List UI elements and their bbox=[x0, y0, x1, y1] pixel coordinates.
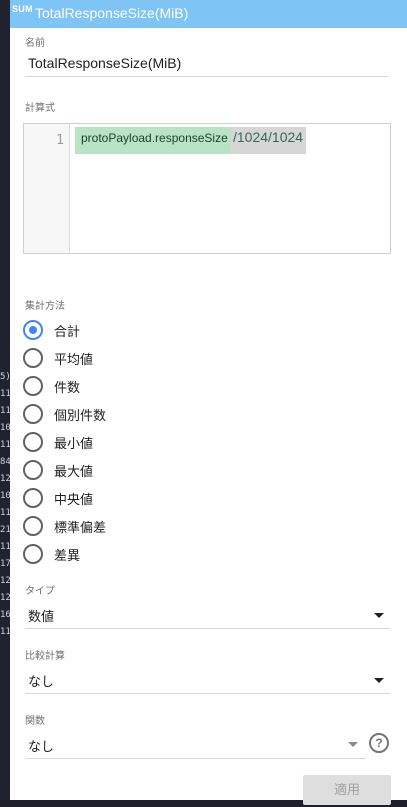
aggregation-option-label: 合計 bbox=[54, 325, 81, 340]
background-number: 11 bbox=[0, 406, 10, 416]
aggregation-label: 集計方法 bbox=[25, 301, 65, 312]
function-select[interactable]: なし bbox=[28, 736, 54, 755]
aggregation-option[interactable]: 最小値 bbox=[23, 432, 223, 454]
name-input[interactable]: TotalResponseSize(MiB) bbox=[28, 55, 181, 71]
aggregation-option[interactable]: 件数 bbox=[23, 376, 223, 398]
background-number: 11 bbox=[0, 389, 10, 399]
radio-unchecked-icon[interactable] bbox=[23, 516, 43, 536]
aggregation-option-label: 平均値 bbox=[54, 353, 94, 368]
line-number: 1 bbox=[56, 133, 64, 148]
type-underline bbox=[25, 628, 390, 629]
aggregation-option-label: 中央値 bbox=[54, 493, 94, 508]
title-bar: SUM TotalResponseSize(MiB) bbox=[10, 0, 407, 28]
type-label: タイプ bbox=[25, 586, 55, 597]
formula-expression[interactable]: /1024/1024 bbox=[233, 129, 303, 145]
aggregation-option[interactable]: 個別件数 bbox=[23, 404, 223, 426]
radio-unchecked-icon[interactable] bbox=[23, 376, 43, 396]
background-number: 11 bbox=[0, 508, 10, 518]
comparison-label: 比較計算 bbox=[25, 651, 65, 662]
aggregation-option-label: 標準偏差 bbox=[54, 521, 107, 536]
type-select[interactable]: 数値 bbox=[28, 606, 54, 625]
background-number: 11 bbox=[0, 627, 10, 637]
aggregation-option-label: 件数 bbox=[54, 381, 81, 396]
radio-unchecked-icon[interactable] bbox=[23, 488, 43, 508]
background-number: 12 bbox=[0, 576, 10, 586]
aggregation-option-label: 個別件数 bbox=[54, 409, 107, 424]
aggregation-option-label: 最小値 bbox=[54, 437, 94, 452]
background-number: 11 bbox=[0, 542, 10, 552]
function-label: 関数 bbox=[25, 716, 45, 727]
aggregation-option[interactable]: 平均値 bbox=[23, 348, 223, 370]
radio-unchecked-icon[interactable] bbox=[23, 404, 43, 424]
background-number: 5) bbox=[0, 372, 10, 382]
field-chip[interactable]: protoPayload.responseSize bbox=[75, 127, 231, 154]
field-editor-panel: SUM TotalResponseSize(MiB) 名前 TotalRespo… bbox=[10, 0, 407, 805]
background-number: 10 bbox=[0, 491, 10, 501]
background-number: 21 bbox=[0, 525, 10, 535]
name-label: 名前 bbox=[25, 38, 45, 49]
type-dropdown-icon[interactable] bbox=[374, 613, 384, 618]
comparison-dropdown-icon[interactable] bbox=[374, 678, 384, 683]
background-number: 17 bbox=[0, 559, 10, 569]
help-icon[interactable]: ? bbox=[369, 733, 389, 753]
editor-gutter: 1 bbox=[24, 124, 70, 253]
background-number: 12 bbox=[0, 474, 10, 484]
function-dropdown-icon[interactable] bbox=[348, 742, 358, 747]
aggregation-option-label: 差異 bbox=[54, 549, 81, 564]
comparison-underline bbox=[25, 693, 390, 694]
radio-unchecked-icon[interactable] bbox=[23, 348, 43, 368]
name-underline bbox=[25, 76, 388, 77]
background-number: 12 bbox=[0, 593, 10, 603]
function-underline bbox=[25, 758, 366, 759]
aggregation-option[interactable]: 最大値 bbox=[23, 460, 223, 482]
background-number: 10 bbox=[0, 423, 10, 433]
panel-title: TotalResponseSize(MiB) bbox=[35, 5, 189, 21]
aggregation-option[interactable]: 標準偏差 bbox=[23, 516, 223, 538]
sum-icon: SUM bbox=[12, 4, 33, 14]
background-number: 11 bbox=[0, 440, 10, 450]
comparison-select[interactable]: なし bbox=[28, 671, 54, 690]
aggregation-option[interactable]: 合計 bbox=[23, 320, 223, 342]
formula-label: 計算式 bbox=[25, 103, 55, 114]
aggregation-option[interactable]: 中央値 bbox=[23, 488, 223, 510]
aggregation-option-label: 最大値 bbox=[54, 465, 94, 480]
apply-button[interactable]: 適用 bbox=[303, 775, 391, 805]
background-strip: 5) 11 11 10 11 84 12 10 11 21 11 17 12 12 16 11 bbox=[0, 0, 10, 800]
radio-unchecked-icon[interactable] bbox=[23, 432, 43, 452]
radio-unchecked-icon[interactable] bbox=[23, 544, 43, 564]
radio-checked-icon[interactable] bbox=[23, 320, 43, 340]
background-number: 84 bbox=[0, 457, 10, 467]
formula-editor[interactable]: 1 protoPayload.responseSize /1024/1024 bbox=[23, 123, 391, 254]
aggregation-option[interactable]: 差異 bbox=[23, 544, 223, 566]
background-number: 16 bbox=[0, 610, 10, 620]
radio-unchecked-icon[interactable] bbox=[23, 460, 43, 480]
